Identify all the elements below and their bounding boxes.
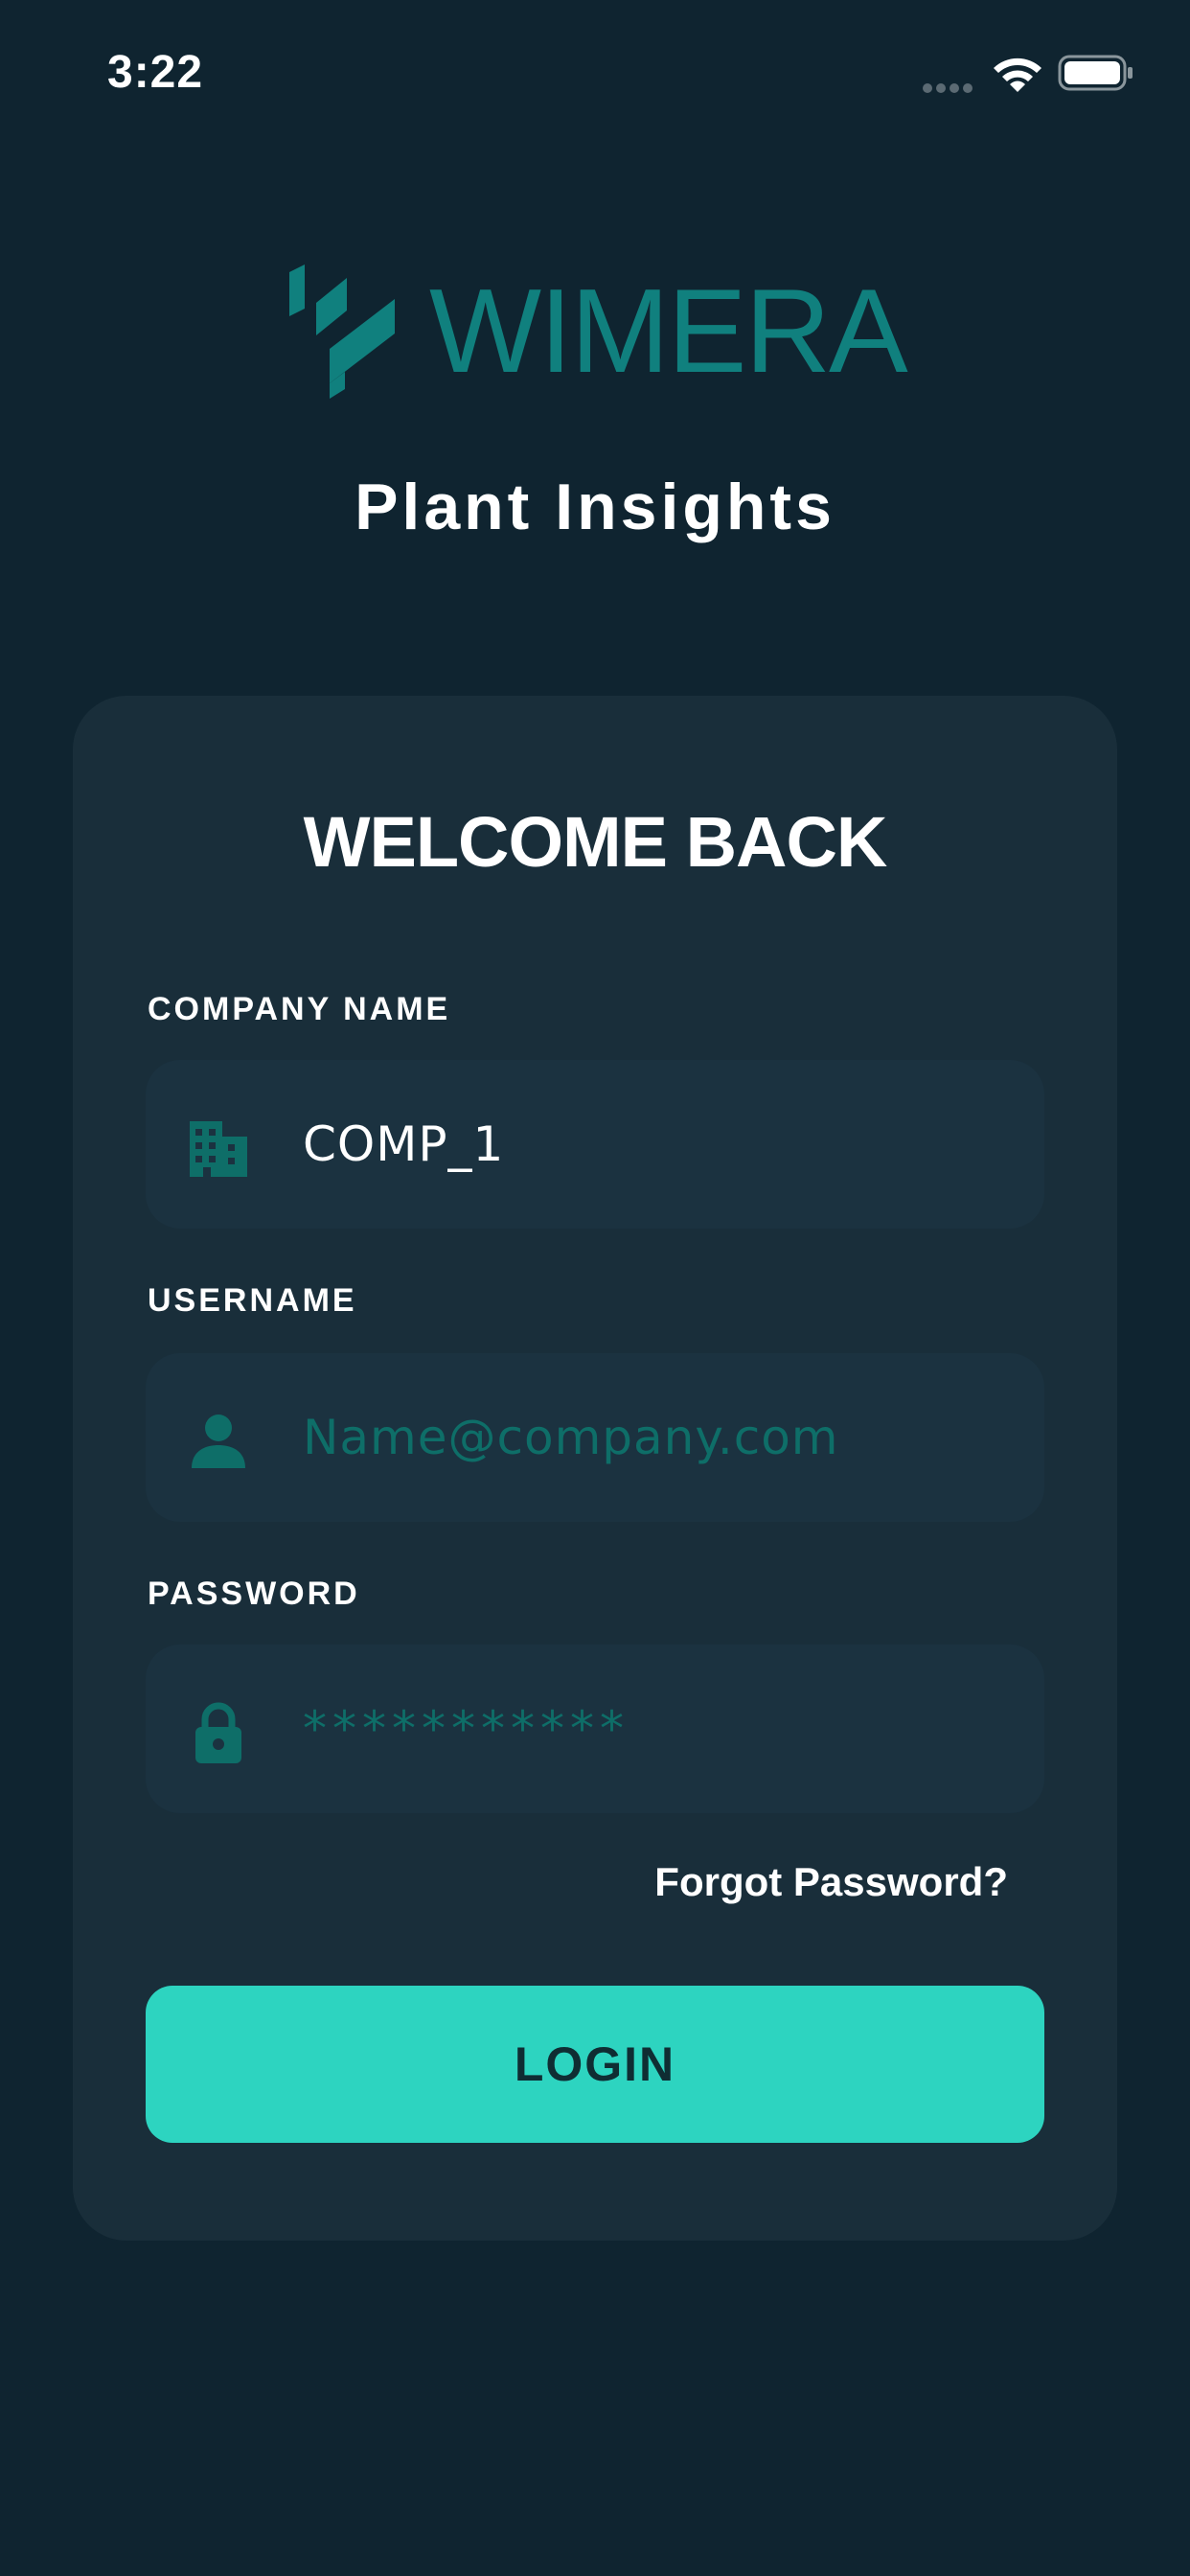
username-field[interactable] — [146, 1353, 1044, 1522]
login-card: WELCOME BACK COMPANY NAME USERNAME PASSW… — [73, 696, 1117, 2241]
wifi-icon — [994, 58, 1041, 92]
password-input[interactable] — [303, 1644, 1012, 1813]
company-name-field[interactable] — [146, 1060, 1044, 1229]
company-name-input[interactable] — [303, 1060, 1012, 1229]
logo-text: WIMERA — [429, 265, 908, 398]
forgot-password-link[interactable]: Forgot Password? — [654, 1859, 1008, 1905]
card-title: WELCOME BACK — [303, 802, 888, 882]
lock-icon — [195, 1702, 241, 1763]
username-input[interactable] — [303, 1353, 1012, 1522]
login-button[interactable]: LOGIN — [146, 1986, 1044, 2143]
password-label: PASSWORD — [148, 1576, 360, 1612]
username-label: USERNAME — [148, 1282, 357, 1319]
wimera-logo: WIMERA — [287, 264, 908, 399]
logo-mark-icon — [289, 264, 395, 399]
status-time: 3:22 — [107, 47, 204, 98]
status-bar: 3:22 — [0, 0, 1190, 153]
password-field[interactable] — [146, 1644, 1044, 1813]
app-subtitle: Plant Insights — [355, 471, 835, 543]
battery-icon — [1058, 55, 1133, 91]
user-icon — [192, 1414, 245, 1468]
cellular-signal-icon — [923, 83, 973, 93]
company-name-label: COMPANY NAME — [148, 991, 451, 1027]
building-icon — [190, 1121, 247, 1177]
